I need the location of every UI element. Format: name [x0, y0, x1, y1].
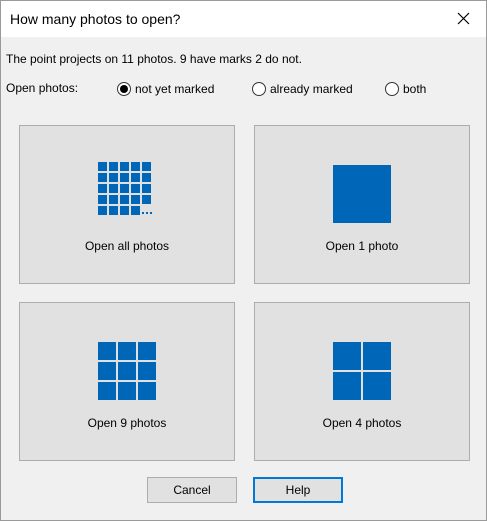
- grid-2x2-icon: [332, 342, 391, 400]
- open-4-photos-label: Open 4 photos: [322, 416, 402, 430]
- dialog-title: How many photos to open?: [10, 11, 181, 27]
- radio-circle: [252, 82, 266, 96]
- radio-circle: [385, 82, 399, 96]
- open-9-photos-button[interactable]: Open 9 photos: [19, 302, 235, 461]
- open-all-photos-label: Open all photos: [84, 239, 170, 253]
- title-bar: How many photos to open?: [1, 1, 486, 37]
- info-text: The point projects on 11 photos. 9 have …: [6, 52, 302, 66]
- radio-already-marked[interactable]: already marked: [252, 81, 353, 97]
- close-icon: [457, 12, 469, 24]
- single-square-icon: [333, 165, 391, 223]
- help-button[interactable]: Help: [253, 477, 343, 503]
- radio-label: both: [403, 82, 427, 96]
- open-photos-row: Open photos: not yet marked already mark…: [6, 81, 476, 97]
- radio-not-yet-marked[interactable]: not yet marked: [117, 81, 214, 97]
- radio-circle: [117, 82, 131, 96]
- grid-3x3-icon: [97, 342, 156, 400]
- cancel-button[interactable]: Cancel: [147, 477, 237, 503]
- dialog-window: How many photos to open? The point proje…: [0, 0, 487, 521]
- radio-label: not yet marked: [135, 82, 215, 96]
- open-4-photos-button[interactable]: Open 4 photos: [254, 302, 470, 461]
- radio-label: already marked: [270, 82, 353, 96]
- open-photos-label: Open photos:: [6, 81, 79, 95]
- radio-both[interactable]: both: [385, 81, 426, 97]
- open-1-photo-label: Open 1 photo: [325, 239, 399, 253]
- open-1-photo-button[interactable]: Open 1 photo: [254, 125, 470, 284]
- open-9-photos-label: Open 9 photos: [87, 416, 167, 430]
- open-all-photos-button[interactable]: Open all photos: [19, 125, 235, 284]
- close-button[interactable]: [440, 1, 486, 35]
- grid-many-icon: [98, 162, 152, 215]
- radio-selected-dot: [120, 85, 128, 93]
